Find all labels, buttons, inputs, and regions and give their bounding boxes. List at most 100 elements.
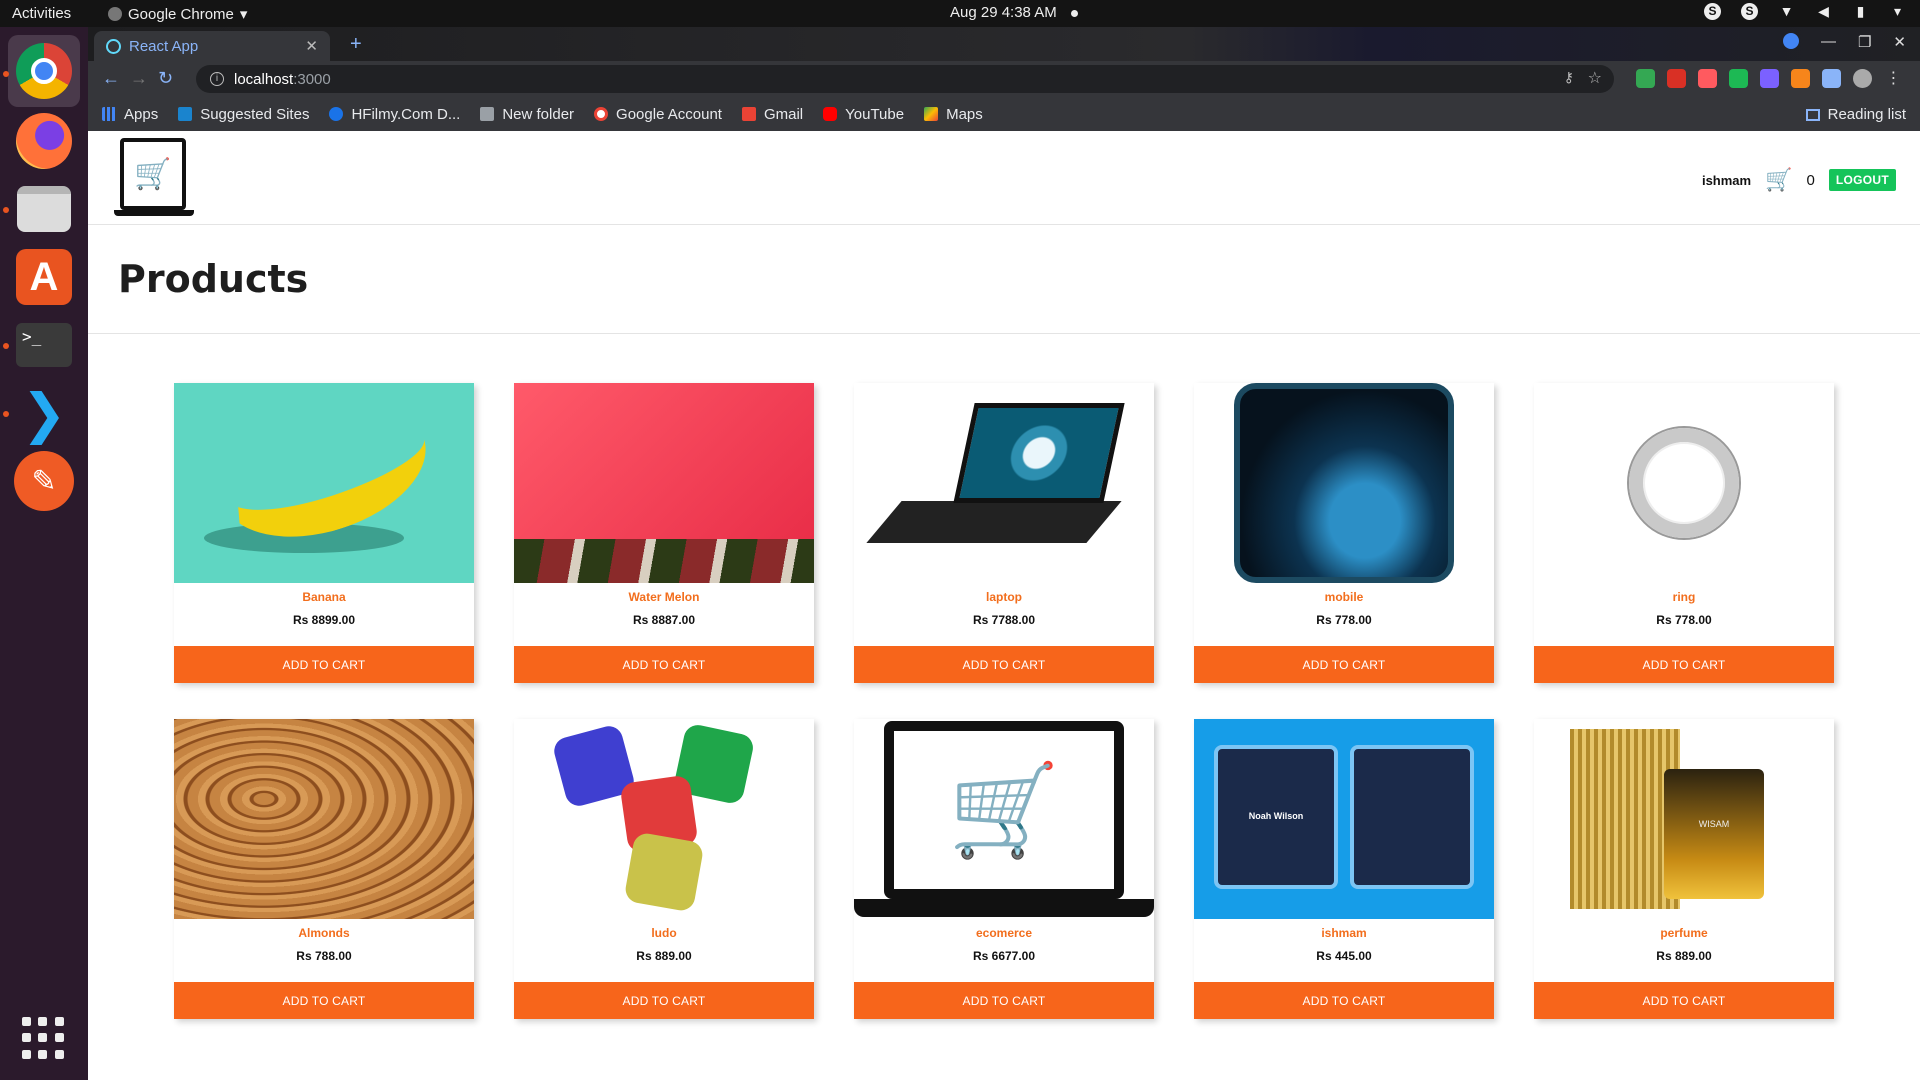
cart-icon[interactable]: 🛒 — [1765, 167, 1792, 193]
bookmark-apps[interactable]: Apps — [102, 106, 158, 123]
close-tab-icon[interactable]: ✕ — [305, 37, 318, 55]
back-icon[interactable]: ← — [102, 68, 120, 89]
logout-button[interactable]: LOGOUT — [1828, 169, 1896, 191]
minimize-icon[interactable]: — — [1821, 33, 1836, 51]
puzzle-extensions-icon[interactable] — [1822, 69, 1841, 88]
running-indicator-icon — [3, 343, 9, 349]
add-to-cart-button[interactable]: ADD TO CART — [174, 646, 474, 683]
forward-icon[interactable]: → — [130, 68, 148, 89]
product-grid: Banana Rs 8899.00 ADD TO CART Water Melo… — [174, 383, 1834, 1019]
dock-chrome[interactable] — [8, 35, 80, 107]
extension-icon[interactable] — [1729, 69, 1748, 88]
chrome-app-icon — [108, 7, 122, 21]
more-menu-icon[interactable]: ⋮ — [1884, 69, 1903, 88]
extension-icon[interactable] — [1760, 69, 1779, 88]
dock-files[interactable] — [8, 173, 80, 245]
product-price: Rs 889.00 — [636, 949, 692, 963]
skype-icon[interactable]: S — [1704, 3, 1721, 20]
power-menu-icon[interactable]: ▾ — [1889, 3, 1906, 20]
product-image-laptop[interactable] — [854, 383, 1154, 583]
product-name: ishmam — [1321, 926, 1367, 940]
dock-vscode[interactable]: ❯ — [8, 377, 80, 449]
product-card: laptop Rs 7788.00 ADD TO CART — [854, 383, 1154, 683]
profile-sync-icon[interactable] — [1782, 33, 1799, 49]
product-price: Rs 778.00 — [1316, 613, 1372, 627]
product-image-ecommerce[interactable]: 🛒 — [854, 719, 1154, 919]
volume-icon[interactable]: ◀ — [1815, 3, 1832, 20]
show-applications-icon[interactable] — [22, 1017, 64, 1059]
app-menu[interactable]: Google Chrome ▾ — [108, 5, 247, 23]
close-window-icon[interactable]: ✕ — [1893, 33, 1906, 51]
add-to-cart-button[interactable]: ADD TO CART — [1534, 982, 1834, 1019]
product-name: Banana — [302, 590, 346, 604]
tab-strip: React App ✕ + — ❐ ✕ — [88, 27, 1920, 61]
product-image-ring[interactable] — [1534, 383, 1834, 583]
add-to-cart-button[interactable]: ADD TO CART — [1194, 646, 1494, 683]
product-image-mobile[interactable] — [1194, 383, 1494, 583]
bookmark-new-folder[interactable]: New folder — [480, 106, 574, 123]
bookmark-gmail[interactable]: Gmail — [741, 106, 803, 123]
wifi-icon[interactable]: ▼ — [1778, 3, 1795, 20]
product-image-ludo[interactable] — [514, 719, 814, 919]
system-tray[interactable]: S S ▼ ◀ ▮ ▾ — [1704, 3, 1906, 20]
dock-postman[interactable]: ✎ — [8, 445, 80, 517]
product-price: Rs 8899.00 — [292, 613, 356, 627]
reading-list-icon — [1805, 108, 1820, 121]
system-top-bar: Activities Google Chrome ▾ Aug 29 4:38 A… — [0, 0, 1920, 27]
product-image-watermelon[interactable] — [514, 383, 814, 583]
product-image-perfume[interactable]: WISAM — [1534, 719, 1834, 919]
product-card: 🛒 ecomerce Rs 6677.00 ADD TO CART — [854, 719, 1154, 1019]
product-image-almonds[interactable] — [174, 719, 474, 919]
bookmark-star-icon[interactable]: ☆ — [1588, 68, 1602, 88]
product-image-banana[interactable] — [174, 383, 474, 583]
add-to-cart-button[interactable]: ADD TO CART — [514, 646, 814, 683]
url-host: localhost — [234, 70, 294, 88]
battery-icon[interactable]: ▮ — [1852, 3, 1869, 20]
product-card: WISAM perfume Rs 889.00 ADD TO CART — [1534, 719, 1834, 1019]
add-to-cart-button[interactable]: ADD TO CART — [174, 982, 474, 1019]
react-icon — [106, 38, 121, 54]
extensions-area: ⋮ — [1636, 69, 1903, 88]
bookmark-google-account[interactable]: Google Account — [594, 106, 722, 123]
product-name: Water Melon — [628, 590, 700, 604]
bookmark-maps[interactable]: Maps — [924, 106, 983, 123]
product-image-id-card[interactable]: Noah Wilson — [1194, 719, 1494, 919]
web-page: 🛒 ishmam 🛒 0 LOGOUT Products Banana Rs 8… — [88, 131, 1920, 1080]
add-to-cart-button[interactable]: ADD TO CART — [1194, 982, 1494, 1019]
divider — [88, 333, 1920, 334]
app-menu-label: Google Chrome — [128, 5, 234, 23]
site-logo[interactable]: 🛒 — [114, 138, 194, 218]
site-info-icon[interactable]: i — [210, 72, 224, 86]
password-key-icon[interactable]: ⚷ — [1564, 69, 1574, 86]
add-to-cart-button[interactable]: ADD TO CART — [514, 982, 814, 1019]
tab-react-app[interactable]: React App ✕ — [94, 31, 330, 61]
ubuntu-dock: A >_ ❯ ✎ — [0, 27, 88, 1080]
extension-icon[interactable] — [1636, 69, 1655, 88]
dock-firefox[interactable] — [8, 105, 80, 177]
globe-icon — [329, 107, 344, 121]
bookmark-youtube[interactable]: YouTube — [823, 106, 904, 123]
dock-software[interactable]: A — [8, 241, 80, 313]
bookmark-hfilmy[interactable]: HFilmy.Com D... — [329, 106, 460, 123]
product-price: Rs 788.00 — [296, 949, 352, 963]
add-to-cart-button[interactable]: ADD TO CART — [854, 646, 1154, 683]
activities-button[interactable]: Activities — [12, 5, 71, 22]
dock-terminal[interactable]: >_ — [8, 309, 80, 381]
add-to-cart-button[interactable]: ADD TO CART — [854, 982, 1154, 1019]
shopping-cart-icon: 🛒 — [884, 721, 1124, 899]
extension-icon[interactable] — [1667, 69, 1686, 88]
add-to-cart-button[interactable]: ADD TO CART — [1534, 646, 1834, 683]
reload-icon[interactable]: ↻ — [158, 68, 173, 89]
profile-avatar-icon[interactable] — [1853, 69, 1872, 88]
firefox-icon — [16, 113, 72, 169]
postman-icon: ✎ — [14, 451, 74, 511]
clock[interactable]: Aug 29 4:38 AM — [950, 4, 1057, 21]
metamask-icon[interactable] — [1791, 69, 1810, 88]
new-tab-icon[interactable]: + — [350, 33, 362, 56]
skype-icon-2[interactable]: S — [1741, 3, 1758, 20]
bookmark-suggested-sites[interactable]: Suggested Sites — [178, 106, 309, 123]
reading-list-button[interactable]: Reading list — [1805, 106, 1906, 123]
address-bar[interactable]: i localhost:3000 ⚷ ☆ — [196, 65, 1614, 93]
maximize-icon[interactable]: ❐ — [1858, 33, 1871, 51]
extension-icon[interactable] — [1698, 69, 1717, 88]
